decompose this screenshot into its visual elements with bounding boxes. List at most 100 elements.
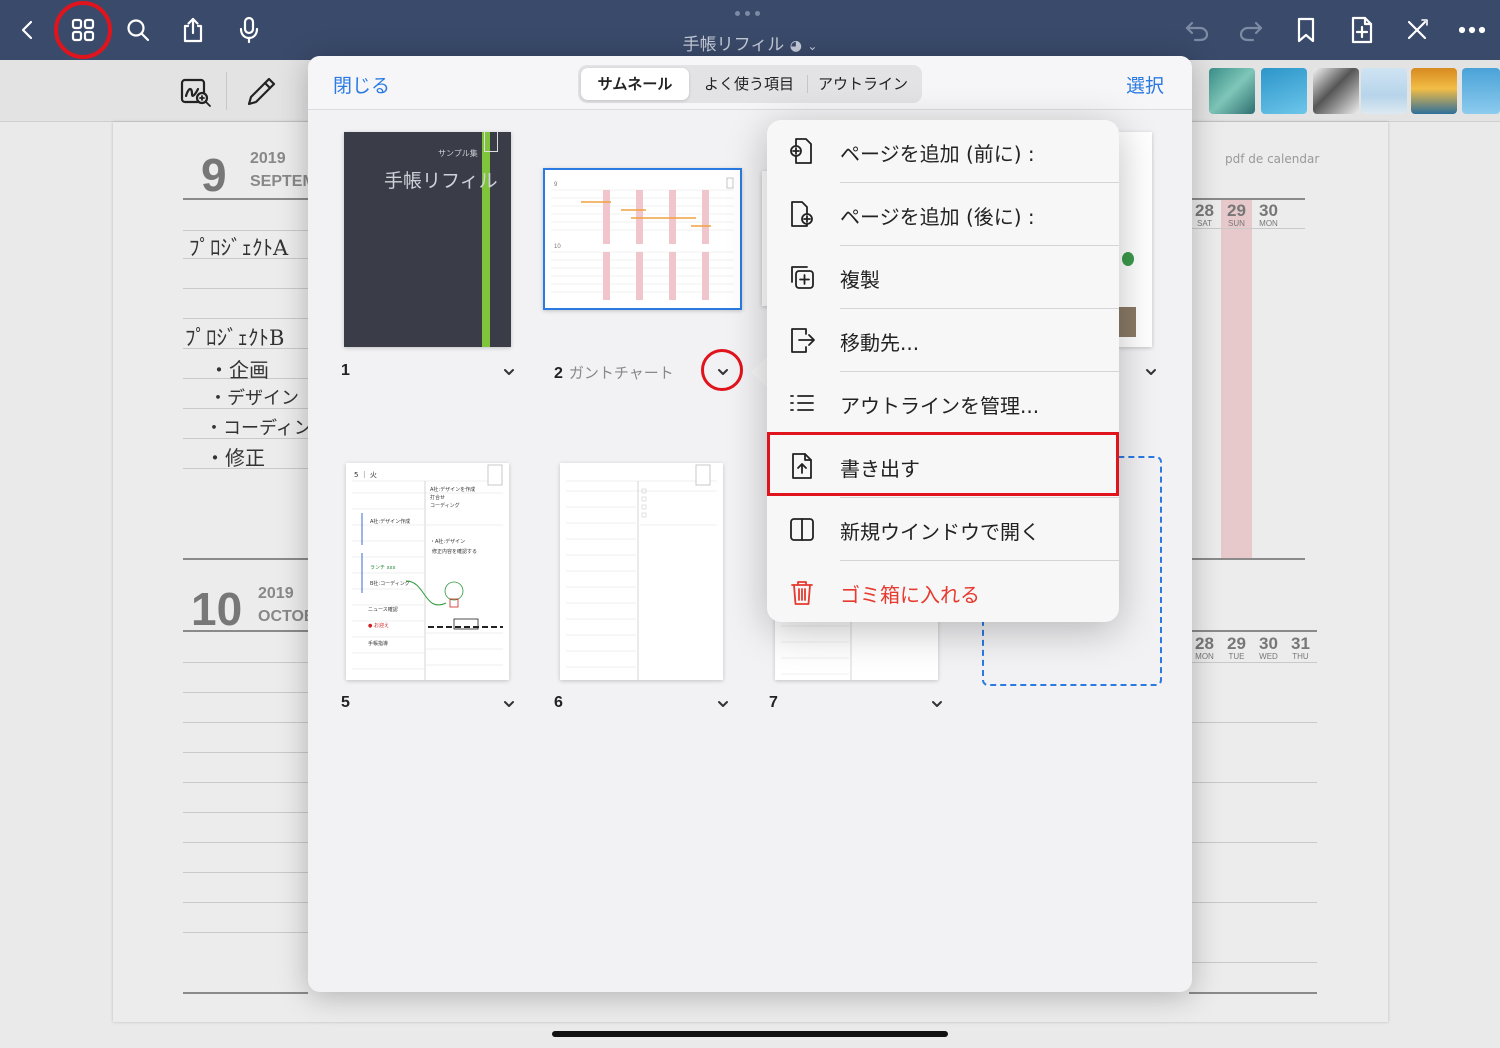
add-page-icon[interactable]: [1340, 8, 1384, 52]
sticker-thumbnail[interactable]: [1261, 68, 1307, 114]
document-title[interactable]: 手帳リフィル ◕ ⌄: [600, 30, 900, 55]
microphone-icon[interactable]: [227, 8, 271, 52]
svg-text:修正内容を確認する: 修正内容を確認する: [432, 548, 477, 555]
rule: [1189, 198, 1305, 200]
blank-daily-preview: [566, 464, 717, 680]
page-thumbnail[interactable]: [1118, 132, 1152, 347]
rule: [183, 722, 308, 723]
cover-band: [482, 132, 490, 347]
add-page-before-icon: [787, 136, 817, 166]
day-header: 31 THU: [1291, 634, 1310, 661]
sticker-thumbnail[interactable]: [1361, 68, 1407, 114]
page-options-chevron-icon[interactable]: [502, 364, 516, 378]
page-number: 2 ガントチャート: [554, 364, 674, 382]
rule: [183, 692, 308, 693]
home-indicator[interactable]: [552, 1031, 948, 1037]
handwritten-note: ・企画: [209, 358, 269, 382]
tab-favorites[interactable]: よく使う項目: [694, 68, 804, 100]
select-button[interactable]: 選択: [1126, 71, 1164, 98]
grid-button-highlight: [54, 1, 112, 59]
page-thumbnail-selected[interactable]: 9 10: [543, 168, 742, 310]
duplicate-icon: [787, 262, 817, 292]
menu-item-add-before[interactable]: ページを追加 (前に) :: [767, 120, 1119, 183]
more-icon[interactable]: [1450, 8, 1494, 52]
day-header: 29 SUN: [1227, 201, 1246, 228]
lasso-zoom-icon[interactable]: [178, 74, 214, 110]
page-number: 6: [554, 694, 563, 711]
svg-text:手帳指導: 手帳指導: [368, 640, 388, 647]
svg-text:打合せ: 打合せ: [430, 494, 445, 501]
gantt-chart-preview: 910: [551, 176, 734, 302]
tree-sticker: [1122, 252, 1134, 266]
rule: [183, 662, 308, 663]
redo-icon[interactable]: [1229, 8, 1273, 52]
rule: [1189, 630, 1317, 632]
svg-text:・A社:デザイン: ・A社:デザイン: [430, 538, 465, 545]
export-highlight-box: [767, 432, 1119, 496]
cover-title: 手帳リフィル: [384, 170, 498, 192]
rule: [183, 558, 308, 560]
page-thumbnail[interactable]: 5 ｜ 火 A社:デザインを作成 打合せ コーディング ・A社:デザイン 修正内容を確…: [346, 463, 509, 680]
rule: [1189, 962, 1317, 963]
handwritten-note: ・修正: [205, 446, 265, 470]
rule: [1189, 782, 1317, 783]
pen-icon[interactable]: [243, 74, 279, 110]
rule: [183, 932, 308, 933]
page-options-chevron-icon[interactable]: [716, 696, 730, 710]
page-thumbnail[interactable]: [560, 463, 723, 680]
tab-outline[interactable]: アウトライン: [809, 68, 917, 100]
month-number: 10: [191, 583, 243, 635]
bookmark-icon[interactable]: [1284, 8, 1328, 52]
page-options-chevron-icon[interactable]: [1144, 364, 1158, 378]
menu-item-duplicate[interactable]: 複製: [767, 246, 1119, 309]
svg-text:10: 10: [554, 244, 561, 250]
rule: [183, 198, 308, 200]
menu-item-label: ページを追加 (前に) :: [840, 142, 1035, 166]
trash-icon: [787, 577, 817, 607]
sticker-thumbnail[interactable]: [1411, 68, 1457, 114]
menu-pointer: [751, 356, 768, 388]
menu-item-trash[interactable]: ゴミ箱に入れる: [767, 561, 1119, 624]
menu-item-move[interactable]: 移動先...: [767, 309, 1119, 372]
menu-item-label: アウトラインを管理...: [840, 394, 1040, 418]
svg-text:B社:コーディング: B社:コーディング: [370, 580, 410, 587]
photo-sticker: [1118, 307, 1136, 337]
year-label: 2019: [250, 150, 286, 167]
back-icon[interactable]: [6, 8, 50, 52]
menu-item-label: 複製: [840, 268, 880, 292]
search-icon[interactable]: [116, 8, 160, 52]
page-options-chevron-icon[interactable]: [930, 696, 944, 710]
tab-thumbnails[interactable]: サムネール: [581, 68, 689, 100]
close-button[interactable]: 閉じる: [333, 71, 390, 98]
menu-item-manage-outline[interactable]: アウトラインを管理...: [767, 372, 1119, 435]
page-name: ガントチャート: [568, 364, 674, 382]
page-number: 7: [769, 694, 778, 711]
svg-text:ランチ xxx: ランチ xxx: [370, 565, 396, 571]
undo-icon[interactable]: [1175, 8, 1219, 52]
menu-item-new-window[interactable]: 新規ウインドウで開く: [767, 498, 1119, 561]
rule: [183, 318, 308, 319]
sticker-thumbnail[interactable]: [1313, 68, 1359, 114]
window-grabber[interactable]: [735, 11, 760, 16]
add-page-after-icon: [787, 199, 817, 229]
rule: [1189, 722, 1317, 723]
sticker-thumbnail[interactable]: [1462, 68, 1500, 114]
menu-item-label: 移動先...: [840, 331, 920, 355]
month-number: 9: [201, 149, 227, 201]
menu-item-add-after[interactable]: ページを追加 (後に) :: [767, 183, 1119, 246]
sticker-thumbnail[interactable]: [1209, 68, 1255, 114]
rule: [183, 630, 308, 632]
view-segmented-control: サムネール よく使う項目 アウトライン: [578, 65, 922, 103]
page-options-chevron-icon[interactable]: [502, 696, 516, 710]
rule: [1189, 558, 1305, 560]
new-window-icon: [787, 514, 817, 544]
handwritten-note: ﾌﾟﾛｼﾞｪｸﾄB: [185, 326, 285, 350]
share-icon[interactable]: [171, 8, 215, 52]
cover-tag: サンプル集: [438, 149, 478, 158]
page-thumbnail[interactable]: 手帳リフィル サンプル集: [344, 132, 511, 347]
rule: [183, 288, 308, 289]
close-tools-icon[interactable]: [1395, 8, 1439, 52]
top-toolbar: 手帳リフィル ◕ ⌄: [0, 0, 1500, 60]
rule: [183, 992, 308, 994]
rule: [183, 902, 308, 903]
